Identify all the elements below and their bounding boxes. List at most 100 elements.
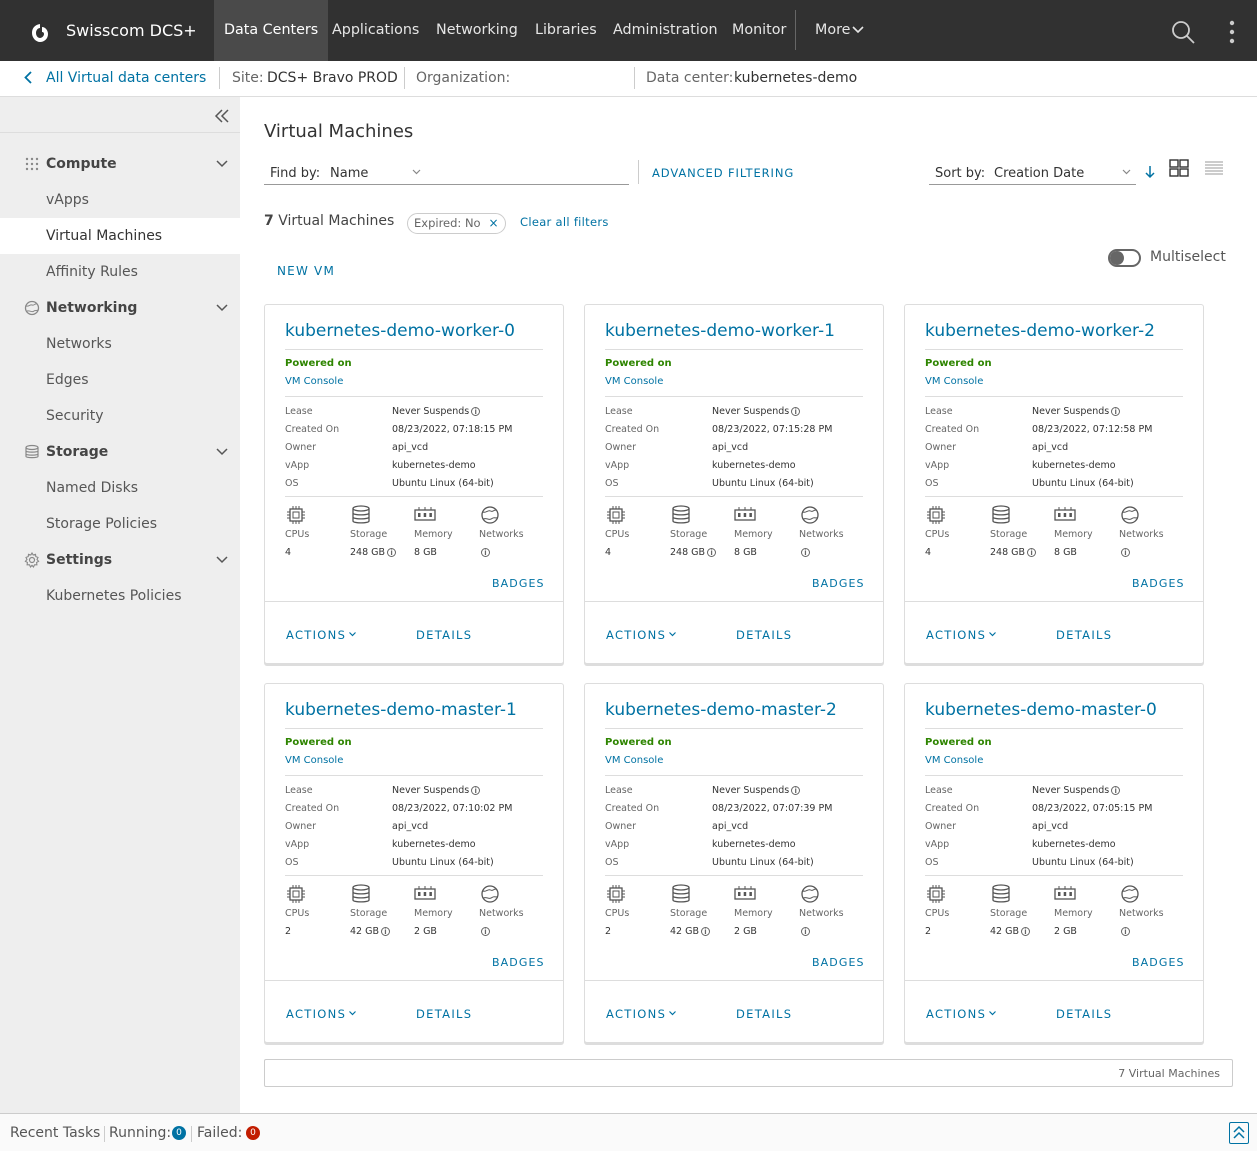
close-icon[interactable]: × xyxy=(489,214,499,233)
advanced-filtering-button[interactable]: ADVANCED FILTERING xyxy=(652,166,794,180)
actions-label: ACTIONS xyxy=(926,1007,987,1021)
nav-more[interactable]: More xyxy=(805,0,874,61)
sidebar-item-named-disks[interactable]: Named Disks xyxy=(0,470,240,506)
sidebar-item-kubernetes-policies[interactable]: Kubernetes Policies xyxy=(0,578,240,614)
multiselect-toggle[interactable] xyxy=(1108,249,1141,267)
vm-name-link[interactable]: kubernetes-demo-master-2 xyxy=(605,700,837,720)
info-icon[interactable]: i xyxy=(791,786,801,795)
os-label: OS xyxy=(605,478,619,489)
vm-name-link[interactable]: kubernetes-demo-worker-1 xyxy=(605,321,835,341)
sort-descending-icon[interactable] xyxy=(1144,165,1156,179)
actions-dropdown[interactable]: ACTIONS xyxy=(286,628,357,642)
actions-dropdown[interactable]: ACTIONS xyxy=(926,628,997,642)
nav-monitor[interactable]: Monitor xyxy=(722,0,796,61)
recent-tasks-link[interactable]: Recent Tasks xyxy=(10,1125,100,1141)
expand-tasks-button[interactable] xyxy=(1229,1122,1249,1144)
sidebar-item-edges[interactable]: Edges xyxy=(0,362,240,398)
badges-button[interactable]: BADGES xyxy=(492,577,545,590)
vm-name-link[interactable]: kubernetes-demo-master-0 xyxy=(925,700,1157,720)
vapp-label: vApp xyxy=(605,460,630,471)
site-label: Site: xyxy=(232,70,264,86)
vm-name-link[interactable]: kubernetes-demo-worker-2 xyxy=(925,321,1155,341)
info-icon[interactable]: i xyxy=(387,548,397,557)
vm-console-link[interactable]: VM Console xyxy=(605,376,663,387)
actions-dropdown[interactable]: ACTIONS xyxy=(286,1007,357,1021)
nav-administration[interactable]: Administration xyxy=(603,0,728,61)
details-button[interactable]: DETAILS xyxy=(416,628,472,642)
details-button[interactable]: DETAILS xyxy=(416,1007,472,1021)
badges-button[interactable]: BADGES xyxy=(1132,577,1185,590)
vm-name-link[interactable]: kubernetes-demo-master-1 xyxy=(285,700,517,720)
vapp-value: kubernetes-demo xyxy=(712,839,796,850)
vm-console-link[interactable]: VM Console xyxy=(605,755,663,766)
filter-chip-expired[interactable]: Expired: No × xyxy=(407,213,506,234)
info-icon[interactable]: i xyxy=(1021,927,1030,936)
info-icon[interactable]: i xyxy=(1027,548,1037,557)
info-icon[interactable]: i xyxy=(801,927,810,936)
badges-button[interactable]: BADGES xyxy=(812,577,865,590)
sidebar-item-affinity-rules[interactable]: Affinity Rules xyxy=(0,254,240,290)
running-count-badge[interactable]: 0 xyxy=(172,1126,186,1140)
sidebar-item-vapps[interactable]: vApps xyxy=(0,182,240,218)
sidebar-item-virtual-machines[interactable]: Virtual Machines xyxy=(0,218,240,254)
nav-libraries[interactable]: Libraries xyxy=(525,0,607,61)
badges-button[interactable]: BADGES xyxy=(1132,956,1185,969)
nav-applications[interactable]: Applications xyxy=(322,0,429,61)
back-to-vdcs-link[interactable]: All Virtual data centers xyxy=(24,70,206,86)
vm-console-link[interactable]: VM Console xyxy=(925,755,983,766)
clear-all-filters-link[interactable]: Clear all filters xyxy=(520,215,609,229)
details-button[interactable]: DETAILS xyxy=(1056,628,1112,642)
sidebar-group-settings[interactable]: Settings xyxy=(0,542,240,578)
brand-name[interactable]: Swisscom DCS+ xyxy=(66,21,197,40)
details-button[interactable]: DETAILS xyxy=(1056,1007,1112,1021)
sidebar-group-compute[interactable]: Compute xyxy=(0,146,240,182)
swisscom-logo-icon[interactable] xyxy=(28,18,52,44)
search-icon[interactable] xyxy=(1170,19,1196,45)
vm-console-link[interactable]: VM Console xyxy=(285,755,343,766)
info-icon[interactable]: i xyxy=(481,927,490,936)
find-by-select[interactable]: Find by: Name xyxy=(264,161,629,185)
nav-networking[interactable]: Networking xyxy=(426,0,528,61)
info-icon[interactable]: i xyxy=(707,548,717,557)
grid-view-icon[interactable] xyxy=(1169,159,1189,177)
nav-data-centers[interactable]: Data Centers xyxy=(214,0,329,61)
vapp-label: vApp xyxy=(925,839,950,850)
info-icon[interactable]: i xyxy=(1121,548,1130,557)
actions-dropdown[interactable]: ACTIONS xyxy=(926,1007,997,1021)
info-icon[interactable]: i xyxy=(481,548,490,557)
sidebar-group-networking[interactable]: Networking xyxy=(0,290,240,326)
created-on-label: Created On xyxy=(925,424,980,435)
info-icon[interactable]: i xyxy=(1111,786,1121,795)
info-icon[interactable]: i xyxy=(381,927,390,936)
details-button[interactable]: DETAILS xyxy=(736,1007,792,1021)
storage-value-text: 248 GB xyxy=(350,547,386,558)
info-icon[interactable]: i xyxy=(801,548,810,557)
new-vm-button[interactable]: NEW VM xyxy=(277,264,335,278)
sort-by-select[interactable]: Sort by: Creation Date xyxy=(929,161,1136,185)
vm-console-link[interactable]: VM Console xyxy=(285,376,343,387)
badges-button[interactable]: BADGES xyxy=(812,956,865,969)
info-icon[interactable]: i xyxy=(471,786,481,795)
storage-icon xyxy=(670,884,692,904)
info-icon[interactable]: i xyxy=(791,407,801,416)
more-options-icon[interactable] xyxy=(1226,19,1238,45)
details-button[interactable]: DETAILS xyxy=(736,628,792,642)
vm-name-link[interactable]: kubernetes-demo-worker-0 xyxy=(285,321,515,341)
sidebar-item-storage-policies[interactable]: Storage Policies xyxy=(0,506,240,542)
actions-dropdown[interactable]: ACTIONS xyxy=(606,628,677,642)
sidebar-group-storage[interactable]: Storage xyxy=(0,434,240,470)
info-icon[interactable]: i xyxy=(1121,927,1130,936)
failed-count-badge[interactable]: 0 xyxy=(246,1126,260,1140)
vm-console-link[interactable]: VM Console xyxy=(925,376,983,387)
owner-value-text: api_vcd xyxy=(712,442,749,453)
list-view-icon[interactable] xyxy=(1204,160,1224,176)
double-chevron-left-icon[interactable] xyxy=(214,108,230,124)
info-icon[interactable]: i xyxy=(701,927,710,936)
sidebar-item-networks[interactable]: Networks xyxy=(0,326,240,362)
actions-dropdown[interactable]: ACTIONS xyxy=(606,1007,677,1021)
sidebar-item-security[interactable]: Security xyxy=(0,398,240,434)
info-icon[interactable]: i xyxy=(471,407,481,416)
power-status: Powered on xyxy=(605,737,672,748)
info-icon[interactable]: i xyxy=(1111,407,1121,416)
badges-button[interactable]: BADGES xyxy=(492,956,545,969)
